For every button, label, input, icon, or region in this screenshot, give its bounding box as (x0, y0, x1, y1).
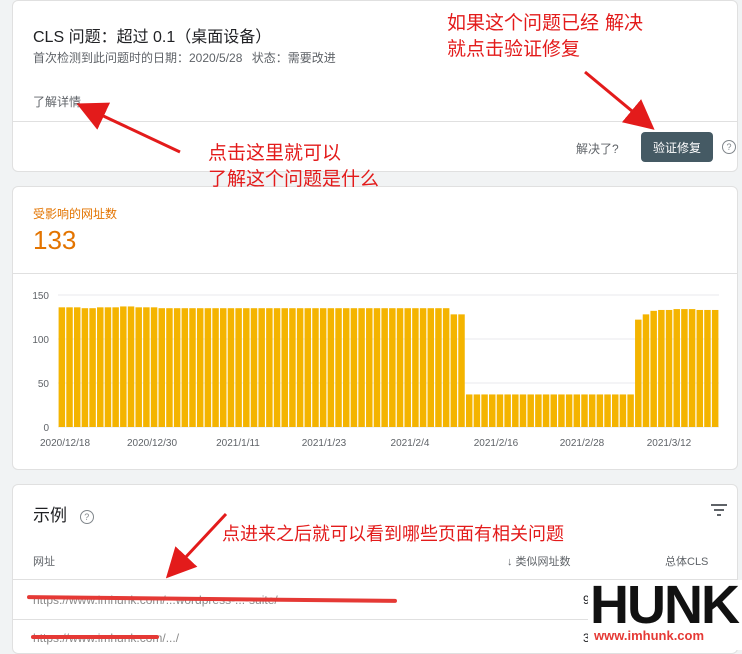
arrow-to-learn-more (76, 102, 181, 154)
logo-url: www.imhunk.com (594, 628, 705, 643)
annotation-validate: 如果这个问题已经 解决 就点击验证修复 (447, 10, 643, 62)
annotation-arrows (76, 70, 655, 579)
annotation-examples: 点进来之后就可以看到哪些页面有相关问题 (222, 524, 564, 545)
annotation-line: 就点击验证修复 (447, 38, 581, 60)
watermark-logo: HUNK www.imhunk.com (588, 575, 742, 650)
annotation-line: 了解这个问题是什么 (208, 168, 380, 190)
arrow-to-validate (584, 70, 655, 130)
annotation-line: 点击这里就可以 (208, 142, 342, 164)
logo-text: HUNK (590, 575, 740, 635)
arrow-to-examples (165, 512, 228, 579)
annotation-line: 如果这个问题已经 解决 (447, 12, 644, 34)
annotation-learn-more: 点击这里就可以 了解这个问题是什么 (208, 140, 379, 192)
